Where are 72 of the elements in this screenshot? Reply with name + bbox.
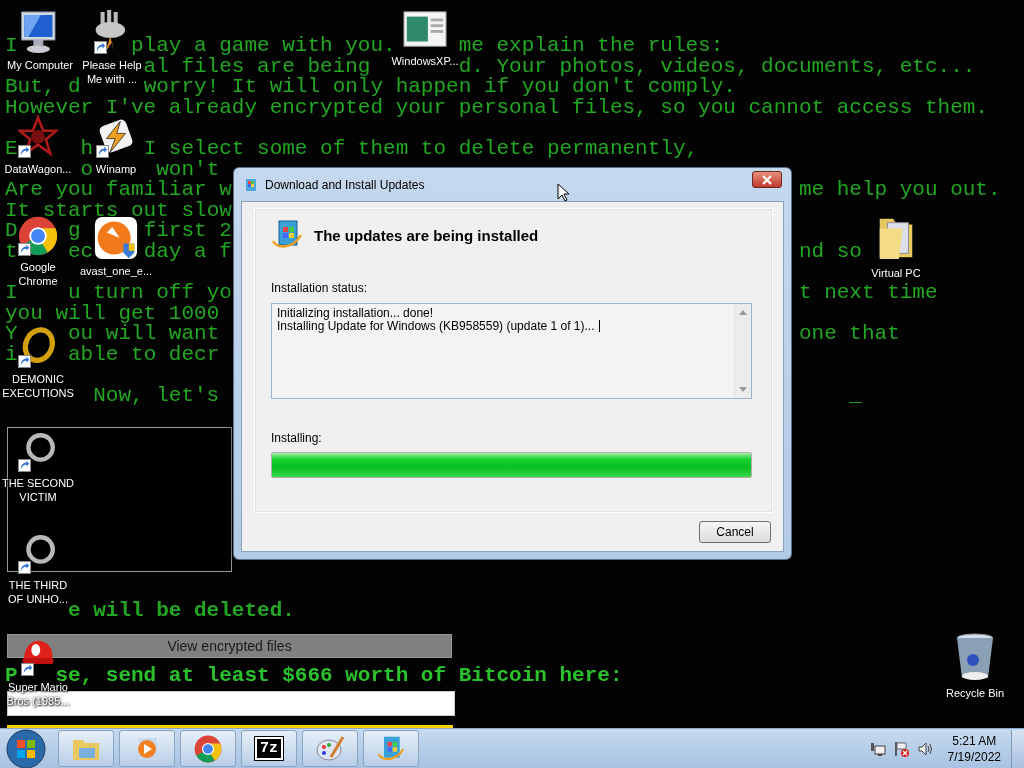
archive-logo: 7z [255,737,283,760]
message-text: one that [798,324,900,345]
message-text: ou will want [68,324,220,345]
close-button[interactable] [752,171,782,188]
message-text: e will be deleted. [68,601,295,622]
status-label: Installation status: [271,281,368,295]
message-text: D [5,221,18,242]
mouse-cursor-icon [557,183,569,202]
clock-time[interactable]: 5:21 AM [952,732,997,749]
volume-icon[interactable] [917,740,934,757]
clock-date[interactable]: 7/19/2022 [947,748,1001,765]
desktop-icon-label[interactable]: Recycle Bin [945,686,1005,700]
message-text: I [5,36,18,57]
taskbar-button[interactable] [180,730,236,767]
message-text: _ [849,386,862,407]
close-icon [762,174,772,185]
message-text: But, d [5,77,81,98]
desktop-icon-label[interactable]: Winamp [95,162,137,176]
taskbar-button[interactable]: 7z [241,730,297,767]
message-text: me help you out. [798,180,1001,201]
message-text: first 2 [143,221,232,242]
desktop-icon-label[interactable]: Google Chrome [18,260,58,288]
message-text: day a f [143,241,232,263]
message-text: g [68,221,81,242]
palette-icon [315,734,345,763]
cancel-button[interactable]: Cancel [699,521,771,543]
network-icon[interactable] [869,740,886,757]
message-text: I select some of them to delete permanently, [143,138,699,160]
star-icon[interactable] [18,114,58,158]
chrome-icon [194,734,222,763]
window-title: Download and Install Updates [265,177,426,192]
message-text: ec [68,241,94,263]
desktop-icon-label[interactable]: THE THIRD OF UNHO... [8,578,68,606]
desktop-icon-label[interactable]: My Computer [7,58,73,72]
message-text: d. Your photos, videos, documents, etc... [458,56,976,78]
message-text: Are you familiar w [5,180,232,201]
message-text: However I've already encrypted your personal files, so you cannot access them. [5,97,988,119]
dialog-heading: The updates are being installed [314,226,539,244]
message-text: E [5,138,18,160]
desktop-icon-label[interactable]: Please Help Me with ... [82,58,142,86]
message-text: me explain the rules: [458,36,724,57]
message-text: won't [156,159,220,181]
message-text: u turn off yo [68,283,232,304]
address-field[interactable] [7,691,455,717]
desktop-icon-label[interactable]: DEMONIC EXECUTIONS [2,372,74,400]
message-text: Now, let's [93,386,220,407]
message-text: t next time [798,283,938,304]
message-text: nd so [798,241,862,263]
progress-label: Installing: [271,431,322,445]
desktop-icon-label[interactable]: WindowsXP... [391,54,459,68]
desktop-icon-label[interactable]: Virtual PC [871,266,921,280]
message-text: Y [5,324,18,345]
message-text: o [80,159,94,181]
message-text: It starts out slow [5,200,232,222]
update-icon [271,219,303,251]
update-icon [243,176,259,193]
desktop-icon-label[interactable]: DataWagon... [4,162,72,176]
start-button[interactable] [6,728,46,768]
message-text: I [5,283,18,304]
message-text: play a game with you. [131,36,396,57]
taskbar-button[interactable] [302,730,358,767]
taskbar-button[interactable] [363,730,419,767]
message-text: h [80,138,94,160]
message-text: t [5,241,18,263]
desktop-icon-label[interactable]: avast_one_e... [79,264,153,278]
update-icon [377,734,405,763]
message-text: able to decr [68,344,220,366]
window-icon[interactable] [403,10,447,50]
flag-icon[interactable] [893,740,910,757]
message-text: i [5,344,18,366]
message-text: worry! It will only happen if you don't comply. [143,77,736,98]
view-files-button[interactable]: View encrypted files [7,633,452,658]
